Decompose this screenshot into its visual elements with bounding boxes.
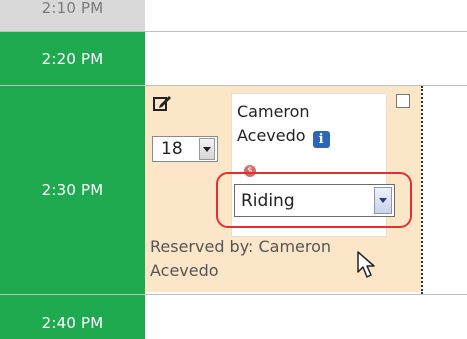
select-checkbox[interactable] — [396, 94, 410, 108]
timeslot-230[interactable]: 2:30 PM — [0, 86, 145, 294]
participant-name-line1: Cameron — [237, 102, 310, 121]
timeslot-210: 2:10 PM — [0, 0, 145, 31]
timeslot-label: 2:10 PM — [41, 0, 104, 17]
info-icon[interactable]: i — [312, 131, 330, 148]
seat-count-select[interactable]: 18 — [152, 136, 218, 162]
chevron-down-icon[interactable] — [199, 138, 215, 160]
timeslot-label: 2:30 PM — [41, 181, 104, 199]
timeslot-label: 2:40 PM — [41, 314, 104, 332]
mouse-cursor-icon — [357, 251, 375, 278]
participant-name[interactable]: Cameron Acevedo i — [237, 100, 330, 148]
slot-boundary-dashed — [421, 86, 423, 294]
reserved-by-text: Reserved by: Cameron Acevedo — [150, 237, 332, 280]
timeslot-240[interactable]: 2:40 PM — [0, 295, 145, 339]
timeslot-label: 2:20 PM — [41, 50, 104, 68]
chevron-down-icon[interactable] — [374, 187, 392, 214]
activity-type-select[interactable]: Riding — [234, 184, 395, 217]
participant-name-line2: Acevedo — [237, 126, 306, 145]
timeslot-220[interactable]: 2:20 PM — [0, 32, 145, 86]
seat-count-value: 18 — [161, 139, 183, 159]
activity-type-value: Riding — [241, 190, 295, 211]
edit-icon[interactable] — [152, 93, 172, 113]
